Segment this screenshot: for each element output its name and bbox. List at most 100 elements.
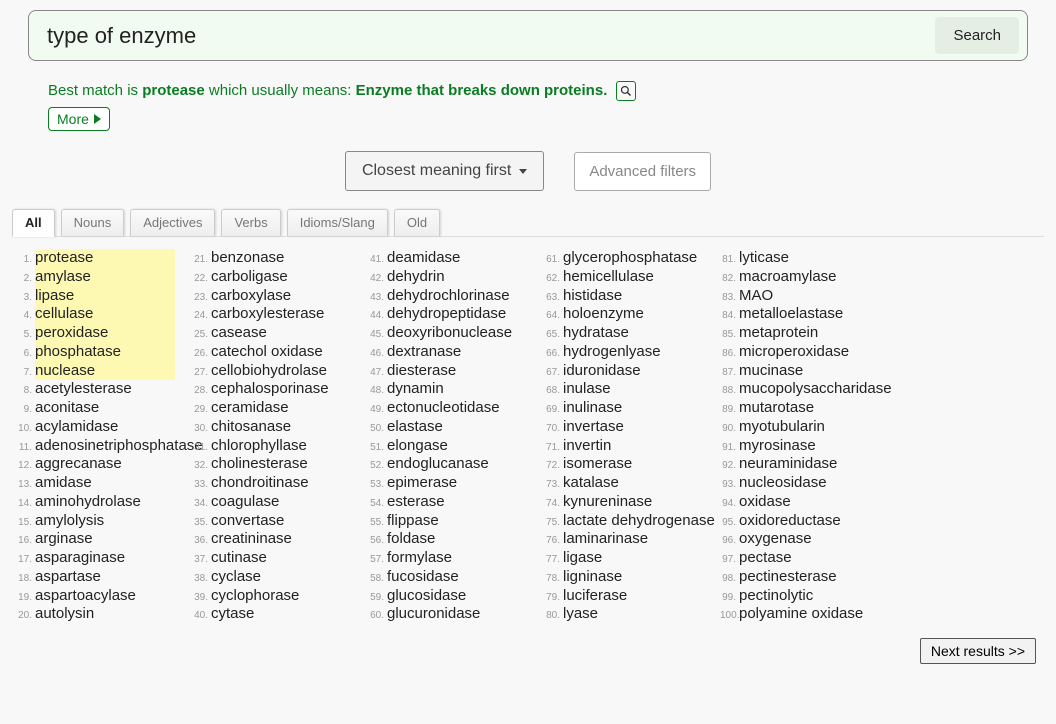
result-word[interactable]: ligninase: [563, 568, 622, 585]
result-word[interactable]: pectase: [739, 549, 792, 566]
result-word[interactable]: nucleosidase: [739, 474, 827, 491]
result-word[interactable]: epimerase: [387, 474, 457, 491]
result-word[interactable]: esterase: [387, 493, 445, 510]
result-word[interactable]: iduronidase: [563, 362, 641, 379]
result-word[interactable]: hydratase: [563, 324, 629, 341]
result-word[interactable]: pectinolytic: [739, 587, 813, 604]
result-word[interactable]: cephalosporinase: [211, 380, 329, 397]
result-word[interactable]: cholinesterase: [211, 455, 308, 472]
search-button[interactable]: Search: [935, 17, 1019, 54]
result-word[interactable]: creatininase: [211, 530, 292, 547]
result-word[interactable]: myotubularin: [739, 418, 825, 435]
result-word[interactable]: dynamin: [387, 380, 444, 397]
result-word[interactable]: autolysin: [35, 605, 94, 622]
result-word[interactable]: glucuronidase: [387, 605, 480, 622]
result-word[interactable]: protease: [35, 249, 93, 266]
more-button[interactable]: More: [48, 107, 110, 131]
result-word[interactable]: inulase: [563, 380, 611, 397]
result-word[interactable]: phosphatase: [35, 343, 121, 360]
next-results-button[interactable]: Next results >>: [920, 638, 1036, 664]
result-word[interactable]: dehydropeptidase: [387, 305, 506, 322]
result-word[interactable]: deamidase: [387, 249, 460, 266]
result-word[interactable]: metaprotein: [739, 324, 818, 341]
result-word[interactable]: histidase: [563, 287, 622, 304]
result-word[interactable]: glycerophosphatase: [563, 249, 697, 266]
tab-all[interactable]: All: [12, 209, 55, 237]
result-word[interactable]: casease: [211, 324, 267, 341]
result-word[interactable]: carboligase: [211, 268, 288, 285]
match-word[interactable]: protease: [142, 82, 205, 99]
result-word[interactable]: hydrogenlyase: [563, 343, 661, 360]
result-word[interactable]: neuraminidase: [739, 455, 837, 472]
result-word[interactable]: lactate dehydrogenase: [563, 512, 715, 529]
result-word[interactable]: amidase: [35, 474, 92, 491]
result-word[interactable]: invertin: [563, 437, 611, 454]
result-word[interactable]: cytase: [211, 605, 254, 622]
result-word[interactable]: carboxylesterase: [211, 305, 324, 322]
result-word[interactable]: acylamidase: [35, 418, 118, 435]
result-word[interactable]: oxidase: [739, 493, 791, 510]
result-word[interactable]: myrosinase: [739, 437, 816, 454]
result-word[interactable]: ceramidase: [211, 399, 289, 416]
result-word[interactable]: holoenzyme: [563, 305, 644, 322]
sort-dropdown[interactable]: Closest meaning first: [345, 151, 544, 191]
result-word[interactable]: chlorophyllase: [211, 437, 307, 454]
result-word[interactable]: dehydrochlorinase: [387, 287, 510, 304]
result-word[interactable]: dehydrin: [387, 268, 445, 285]
result-word[interactable]: aminohydrolase: [35, 493, 141, 510]
result-word[interactable]: macroamylase: [739, 268, 837, 285]
result-word[interactable]: arginase: [35, 530, 93, 547]
result-word[interactable]: oxidoreductase: [739, 512, 841, 529]
tab-old[interactable]: Old: [394, 209, 440, 236]
result-word[interactable]: cyclase: [211, 568, 261, 585]
tab-verbs[interactable]: Verbs: [221, 209, 280, 236]
result-word[interactable]: aggrecanase: [35, 455, 122, 472]
advanced-filters-button[interactable]: Advanced filters: [574, 152, 711, 191]
result-word[interactable]: aspartoacylase: [35, 587, 136, 604]
result-word[interactable]: glucosidase: [387, 587, 466, 604]
result-word[interactable]: pectinesterase: [739, 568, 837, 585]
result-word[interactable]: peroxidase: [35, 324, 108, 341]
result-word[interactable]: katalase: [563, 474, 619, 491]
result-word[interactable]: foldase: [387, 530, 435, 547]
result-word[interactable]: catechol oxidase: [211, 343, 323, 360]
magnify-button[interactable]: [616, 81, 636, 101]
tab-nouns[interactable]: Nouns: [61, 209, 125, 236]
result-word[interactable]: luciferase: [563, 587, 627, 604]
result-word[interactable]: oxygenase: [739, 530, 812, 547]
result-word[interactable]: hemicellulase: [563, 268, 654, 285]
result-word[interactable]: chondroitinase: [211, 474, 309, 491]
result-word[interactable]: ligase: [563, 549, 602, 566]
result-word[interactable]: polyamine oxidase: [739, 605, 863, 622]
tab-adjectives[interactable]: Adjectives: [130, 209, 215, 236]
result-word[interactable]: cyclophorase: [211, 587, 299, 604]
result-word[interactable]: lipase: [35, 287, 74, 304]
result-word[interactable]: cellobiohydrolase: [211, 362, 327, 379]
result-word[interactable]: lyase: [563, 605, 598, 622]
result-word[interactable]: laminarinase: [563, 530, 648, 547]
result-word[interactable]: deoxyribonuclease: [387, 324, 512, 341]
result-word[interactable]: amylolysis: [35, 512, 104, 529]
result-word[interactable]: benzonase: [211, 249, 284, 266]
result-word[interactable]: cutinase: [211, 549, 267, 566]
result-word[interactable]: aspartase: [35, 568, 101, 585]
result-word[interactable]: amylase: [35, 268, 91, 285]
result-word[interactable]: chitosanase: [211, 418, 291, 435]
search-input[interactable]: [47, 23, 935, 49]
result-word[interactable]: ectonucleotidase: [387, 399, 500, 416]
result-word[interactable]: elastase: [387, 418, 443, 435]
result-word[interactable]: lyticase: [739, 249, 789, 266]
result-word[interactable]: carboxylase: [211, 287, 291, 304]
result-word[interactable]: dextranase: [387, 343, 461, 360]
result-word[interactable]: elongase: [387, 437, 448, 454]
result-word[interactable]: adenosinetriphosphatase: [35, 437, 203, 454]
result-word[interactable]: fucosidase: [387, 568, 459, 585]
result-word[interactable]: aconitase: [35, 399, 99, 416]
result-word[interactable]: coagulase: [211, 493, 279, 510]
result-word[interactable]: metalloelastase: [739, 305, 843, 322]
result-word[interactable]: flippase: [387, 512, 439, 529]
tab-idioms-slang[interactable]: Idioms/Slang: [287, 209, 388, 236]
result-word[interactable]: diesterase: [387, 362, 456, 379]
result-word[interactable]: convertase: [211, 512, 284, 529]
result-word[interactable]: inulinase: [563, 399, 622, 416]
